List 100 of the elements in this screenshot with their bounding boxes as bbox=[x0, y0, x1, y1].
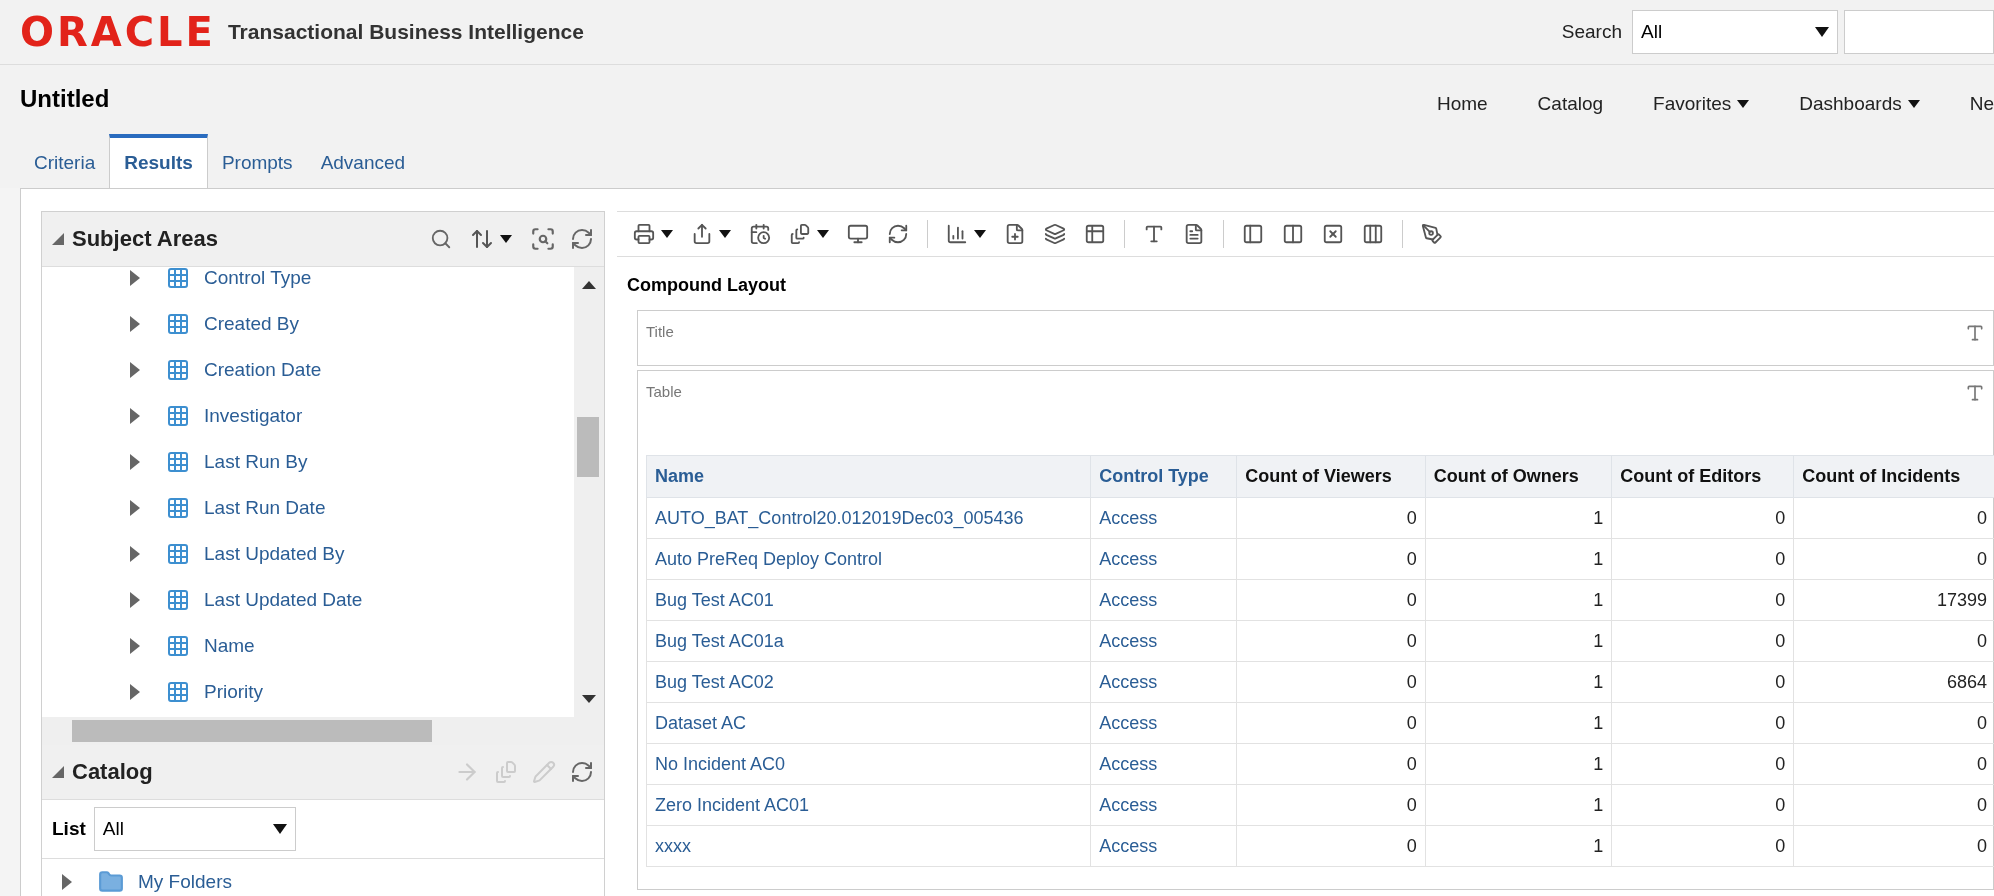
search-field[interactable] bbox=[1844, 10, 1994, 54]
table-cell: 0 bbox=[1236, 661, 1426, 703]
table-cell[interactable]: Access bbox=[1090, 579, 1237, 621]
column-folder-icon bbox=[166, 267, 190, 290]
collapse-icon[interactable] bbox=[52, 233, 64, 245]
nav-link[interactable]: Ne bbox=[1969, 93, 1994, 115]
search-icon[interactable] bbox=[430, 228, 452, 250]
sort-icon bbox=[470, 227, 494, 251]
expand-arrow-icon[interactable] bbox=[62, 874, 72, 890]
table-cell[interactable]: No Incident AC0 bbox=[646, 743, 1091, 785]
table-cell: 1 bbox=[1425, 661, 1612, 703]
collapse-icon[interactable] bbox=[52, 766, 64, 778]
column-header[interactable]: Count of Owners bbox=[1425, 455, 1612, 498]
table-cell[interactable]: Auto PreReq Deploy Control bbox=[646, 538, 1091, 580]
column-header[interactable]: Name bbox=[646, 455, 1091, 498]
table-cell: 0 bbox=[1611, 743, 1794, 785]
table-cell[interactable]: Access bbox=[1090, 702, 1237, 744]
document-add-icon bbox=[1004, 223, 1026, 245]
tree-item[interactable]: Created By bbox=[204, 313, 300, 335]
table-cell: 0 bbox=[1236, 825, 1426, 867]
vertical-scrollbar[interactable] bbox=[574, 267, 604, 717]
panel-title: Catalog bbox=[72, 759, 153, 785]
table-cell[interactable]: Bug Test AC02 bbox=[646, 661, 1091, 703]
expand-arrow-icon[interactable] bbox=[130, 270, 140, 286]
refresh-icon[interactable] bbox=[570, 227, 594, 251]
table-cell: 0 bbox=[1236, 579, 1426, 621]
expand-arrow-icon[interactable] bbox=[130, 684, 140, 700]
expand-arrow-icon[interactable] bbox=[130, 500, 140, 516]
tree-item[interactable]: Control Type bbox=[204, 267, 312, 289]
table-cell: 0 bbox=[1611, 784, 1794, 826]
table-cell: 1 bbox=[1425, 784, 1612, 826]
table-cell: 0 bbox=[1236, 620, 1426, 662]
printer-icon bbox=[633, 223, 655, 245]
folder-icon bbox=[98, 869, 124, 895]
panel-title: Subject Areas bbox=[72, 226, 218, 252]
table-cell: 1 bbox=[1425, 620, 1612, 662]
table-cell[interactable]: Access bbox=[1090, 538, 1237, 580]
table-cell[interactable]: Access bbox=[1090, 784, 1237, 826]
expand-arrow-icon[interactable] bbox=[130, 408, 140, 424]
column-header[interactable]: Control Type bbox=[1090, 455, 1237, 498]
table-cell: 0 bbox=[1611, 497, 1794, 539]
table-cell[interactable]: Access bbox=[1090, 825, 1237, 867]
bar-chart-icon bbox=[946, 223, 968, 245]
tab[interactable]: Criteria bbox=[20, 134, 110, 188]
table-cell[interactable]: Access bbox=[1090, 661, 1237, 703]
tab[interactable]: Results bbox=[109, 134, 208, 188]
expand-arrow-icon[interactable] bbox=[130, 638, 140, 654]
format-icon[interactable] bbox=[1965, 383, 1985, 403]
list-select[interactable]: All bbox=[93, 807, 296, 851]
table-cell[interactable]: Access bbox=[1090, 743, 1237, 785]
tree-item[interactable]: Last Updated By bbox=[204, 543, 345, 565]
refresh-icon[interactable] bbox=[570, 760, 594, 784]
table-cell[interactable]: Zero Incident AC01 bbox=[646, 784, 1091, 826]
table-cell[interactable]: Access bbox=[1090, 620, 1237, 662]
table-cell[interactable]: Dataset AC bbox=[646, 702, 1091, 744]
column-header[interactable]: Count of Editors bbox=[1611, 455, 1794, 498]
expand-arrow-icon[interactable] bbox=[130, 546, 140, 562]
document-stack-icon bbox=[789, 223, 811, 245]
table-cell[interactable]: xxxx bbox=[646, 825, 1091, 867]
search-scope-select[interactable]: All bbox=[1632, 10, 1838, 54]
nav-link[interactable]: Dashboards bbox=[1799, 93, 1920, 115]
tab[interactable]: Prompts bbox=[207, 134, 307, 188]
expand-arrow-icon[interactable] bbox=[130, 592, 140, 608]
tree-item[interactable]: Priority bbox=[204, 681, 264, 703]
layout-title: Compound Layout bbox=[627, 275, 787, 296]
tree-item[interactable]: Creation Date bbox=[204, 359, 322, 381]
column-header[interactable]: Count of Viewers bbox=[1236, 455, 1426, 498]
table-cell: 1 bbox=[1425, 743, 1612, 785]
table-cell: 1 bbox=[1425, 825, 1612, 867]
column-folder-icon bbox=[166, 358, 190, 382]
tree-item[interactable]: My Folders bbox=[138, 871, 232, 893]
format-icon[interactable] bbox=[1965, 323, 1985, 343]
table-cell[interactable]: Bug Test AC01 bbox=[646, 579, 1091, 621]
list-label: List bbox=[52, 818, 86, 840]
tree-item[interactable]: Investigator bbox=[204, 405, 303, 427]
nav-link[interactable]: Home bbox=[1436, 93, 1488, 115]
nav-link[interactable]: Catalog bbox=[1537, 93, 1604, 115]
column-folder-icon bbox=[166, 496, 190, 520]
nav-link[interactable]: Favorites bbox=[1653, 93, 1750, 115]
horizontal-scrollbar[interactable] bbox=[42, 717, 604, 745]
columns-icon bbox=[1282, 223, 1304, 245]
tree-item[interactable]: Name bbox=[204, 635, 255, 657]
tree-item[interactable]: Last Run Date bbox=[204, 497, 326, 519]
column-folder-icon bbox=[166, 634, 190, 658]
table-cell[interactable]: Access bbox=[1090, 497, 1237, 539]
tree-item[interactable]: Last Updated Date bbox=[204, 589, 363, 611]
page-title: Untitled bbox=[20, 85, 110, 113]
table-cell: 0 bbox=[1611, 620, 1794, 662]
expand-arrow-icon[interactable] bbox=[130, 454, 140, 470]
column-folder-icon bbox=[166, 542, 190, 566]
calendar-clock-icon bbox=[749, 223, 771, 245]
table-cell: 0 bbox=[1611, 702, 1794, 744]
expand-arrow-icon[interactable] bbox=[130, 316, 140, 332]
table-cell[interactable]: AUTO_BAT_Control20.012019Dec03_005436 bbox=[646, 497, 1091, 539]
tab[interactable]: Advanced bbox=[306, 134, 420, 188]
table-cell[interactable]: Bug Test AC01a bbox=[646, 620, 1091, 662]
view-label: Table bbox=[646, 383, 682, 400]
column-header[interactable]: Count of Incidents bbox=[1793, 455, 1994, 498]
expand-arrow-icon[interactable] bbox=[130, 362, 140, 378]
tree-item[interactable]: Last Run By bbox=[204, 451, 308, 473]
